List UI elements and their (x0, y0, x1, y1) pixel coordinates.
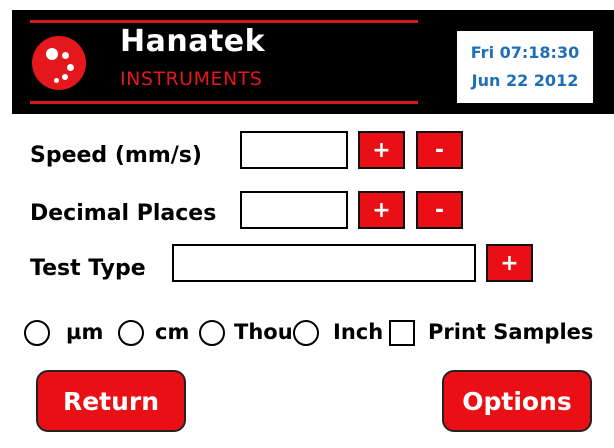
decimal-places-label: Decimal Places (30, 201, 217, 226)
unit-thou-label: Thou (234, 320, 293, 344)
speed-label: Speed (mm/s) (30, 143, 202, 168)
header-divider-top (30, 20, 418, 23)
header-divider-bottom (30, 101, 418, 104)
unit-inch-label: Inch (333, 320, 384, 344)
return-button[interactable]: Return (36, 370, 186, 432)
brand-name: Hanatek (120, 24, 266, 59)
unit-um-radio[interactable] (24, 320, 50, 346)
datetime-time: Fri 07:18:30 (470, 43, 580, 62)
datetime-date: Jun 22 2012 (471, 71, 579, 90)
test-type-label: Test Type (30, 256, 146, 281)
decimal-places-decrease-button[interactable]: - (416, 191, 463, 229)
test-type-field[interactable] (172, 244, 476, 282)
print-samples-label: Print Samples (428, 320, 594, 344)
hanatek-logo-icon (32, 36, 86, 90)
unit-um-label: µm (66, 320, 104, 344)
brand-subtitle: INSTRUMENTS (120, 68, 263, 90)
unit-cm-label: cm (155, 320, 190, 344)
decimal-places-field[interactable] (240, 191, 348, 229)
speed-field[interactable] (240, 131, 348, 169)
unit-inch-radio[interactable] (293, 320, 319, 346)
decimal-places-increase-button[interactable]: + (358, 191, 405, 229)
speed-increase-button[interactable]: + (358, 131, 405, 169)
options-button[interactable]: Options (442, 370, 592, 432)
test-type-add-button[interactable]: + (486, 244, 533, 282)
speed-decrease-button[interactable]: - (416, 131, 463, 169)
unit-thou-radio[interactable] (199, 320, 225, 346)
header-bar: Hanatek INSTRUMENTS Fri 07:18:30 Jun 22 … (12, 10, 614, 114)
datetime-display: Fri 07:18:30 Jun 22 2012 (457, 31, 593, 103)
print-samples-checkbox[interactable] (389, 320, 415, 346)
unit-cm-radio[interactable] (118, 320, 144, 346)
